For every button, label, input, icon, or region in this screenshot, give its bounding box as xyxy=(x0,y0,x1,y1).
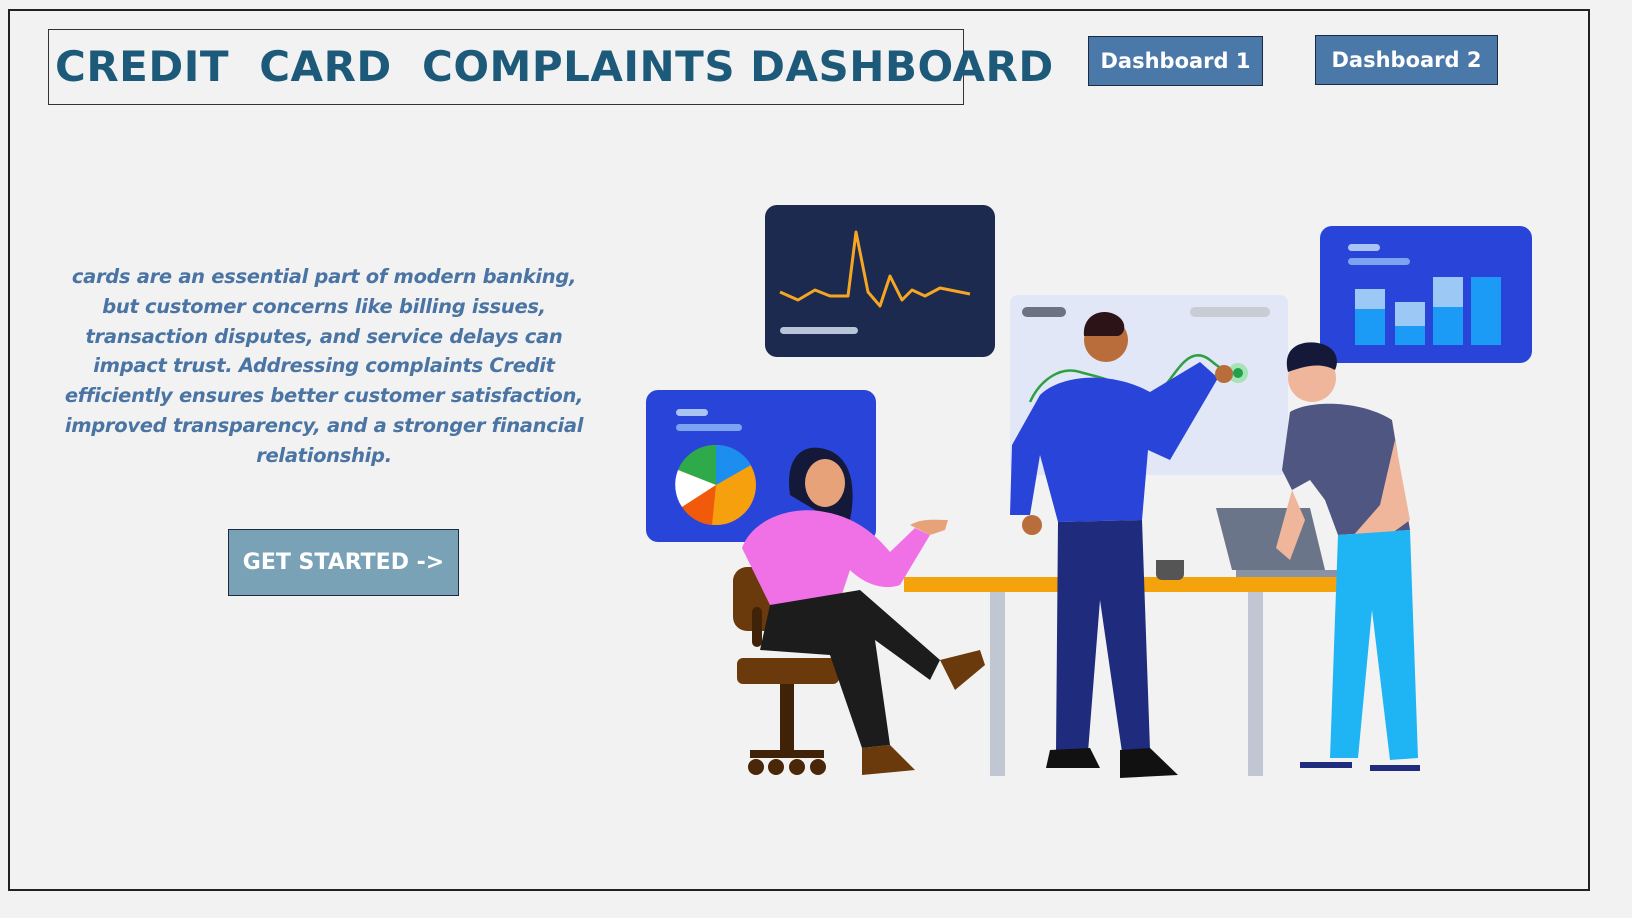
page-title: CREDIT CARD COMPLAINTS DASHBOARD xyxy=(55,42,1054,91)
dashboard-2-button[interactable]: Dashboard 2 xyxy=(1315,35,1498,85)
bar-chart-card-icon xyxy=(1320,226,1532,363)
line-chart-card-icon xyxy=(765,205,995,357)
dashboard-1-button[interactable]: Dashboard 1 xyxy=(1088,36,1263,86)
title-box: CREDIT CARD COMPLAINTS DASHBOARD xyxy=(48,29,1053,105)
intro-text: cards are an essential part of modern ba… xyxy=(64,265,584,467)
get-started-button[interactable]: GET STARTED -> xyxy=(228,529,459,596)
team-meeting-illustration xyxy=(646,205,1532,778)
